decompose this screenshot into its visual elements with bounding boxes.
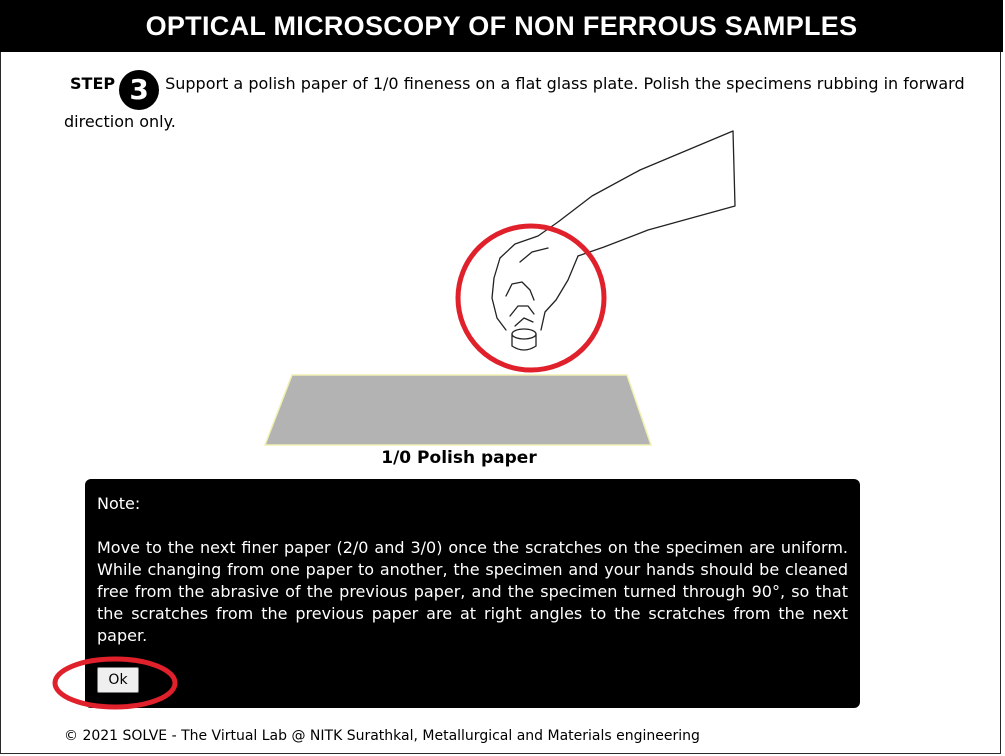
ok-button[interactable]: Ok xyxy=(97,667,139,693)
note-title: Note: xyxy=(97,494,141,513)
page-title: OPTICAL MICROSCOPY OF NON FERROUS SAMPLE… xyxy=(0,0,1003,52)
step-instruction: STEP 3 Support a polish paper of 1/0 finen… xyxy=(64,70,984,134)
note-panel: Note: Move to the next finer paper (2/0 … xyxy=(85,479,860,708)
step-number-badge: 3 xyxy=(119,70,160,110)
step-text: Support a polish paper of 1/0 fineness o… xyxy=(64,74,965,131)
footer-copyright: © 2021 SOLVE - The Virtual Lab @ NITK Su… xyxy=(64,728,700,744)
note-body: Move to the next finer paper (2/0 and 3/… xyxy=(97,538,848,645)
step-label: STEP xyxy=(70,74,116,93)
paper-label: 1/0 Polish paper xyxy=(381,448,537,468)
